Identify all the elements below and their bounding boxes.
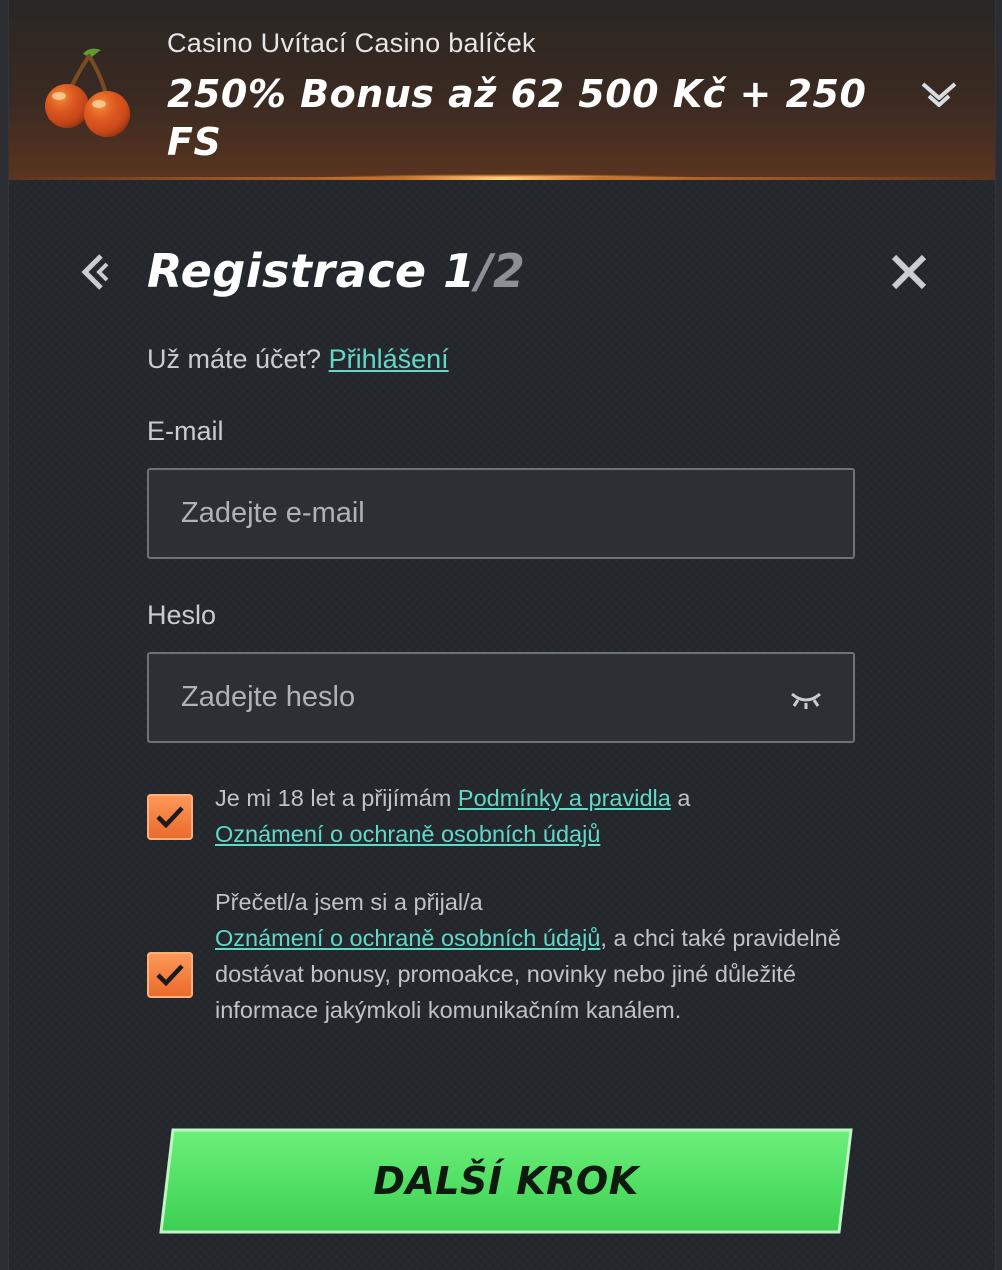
email-field[interactable] — [149, 470, 853, 557]
terms-consent-text: Je mi 18 let a přijímám Podmínky a pravi… — [215, 780, 855, 852]
terms-link[interactable]: Podmínky a pravidla — [458, 785, 671, 811]
check-icon — [156, 964, 184, 987]
email-label: E-mail — [147, 416, 224, 446]
password-label: Heslo — [147, 600, 217, 630]
registration-modal: Casino Uvítací Casino balíček 250% Bonus… — [8, 0, 996, 1270]
login-prompt: Už máte účet? Přihlášení — [147, 344, 449, 375]
banner-subtitle: Casino Uvítací Casino balíček — [167, 28, 536, 58]
page-title: Registrace 1/2 — [147, 244, 525, 298]
terms-checkbox[interactable] — [147, 794, 193, 840]
check-icon — [156, 806, 184, 829]
marketing-consent-text: Přečetl/a jsem si a přijal/a Oznámení o … — [215, 884, 855, 1028]
login-link[interactable]: Přihlášení — [329, 344, 449, 374]
marketing-privacy-link[interactable]: Oznámení o ochraně osobních údajů — [215, 925, 600, 951]
close-icon[interactable] — [889, 252, 929, 292]
marketing-checkbox[interactable] — [147, 952, 193, 998]
banner-title: 250% Bonus až 62 500 Kč + 250 FS — [167, 72, 867, 164]
next-step-button[interactable]: DALŠÍ KROK — [159, 1128, 853, 1234]
step-current: 1 — [443, 244, 476, 298]
privacy-link[interactable]: Oznámení o ochraně osobních údajů — [215, 821, 600, 847]
next-step-label: DALŠÍ KROK — [373, 1159, 639, 1203]
password-field[interactable] — [149, 654, 853, 741]
chevron-left-icon[interactable] — [75, 250, 115, 294]
title-text: Registrace — [147, 244, 427, 298]
password-field-wrapper — [147, 652, 855, 743]
terms-text-before: Je mi 18 let a přijímám — [215, 785, 458, 811]
login-prompt-text: Už máte účet? — [147, 344, 322, 374]
chevron-down-icon[interactable] — [917, 78, 961, 114]
cherry-icon — [45, 48, 130, 137]
eye-closed-icon[interactable] — [789, 688, 823, 710]
email-field-wrapper — [147, 468, 855, 559]
step-total: /2 — [475, 244, 526, 298]
terms-text-mid: a — [670, 785, 691, 811]
banner-divider — [9, 177, 995, 180]
marketing-text-before: Přečetl/a jsem si a přijal/a — [215, 889, 483, 915]
page-edge-left — [0, 0, 8, 1270]
bonus-banner[interactable]: Casino Uvítací Casino balíček 250% Bonus… — [9, 0, 995, 180]
